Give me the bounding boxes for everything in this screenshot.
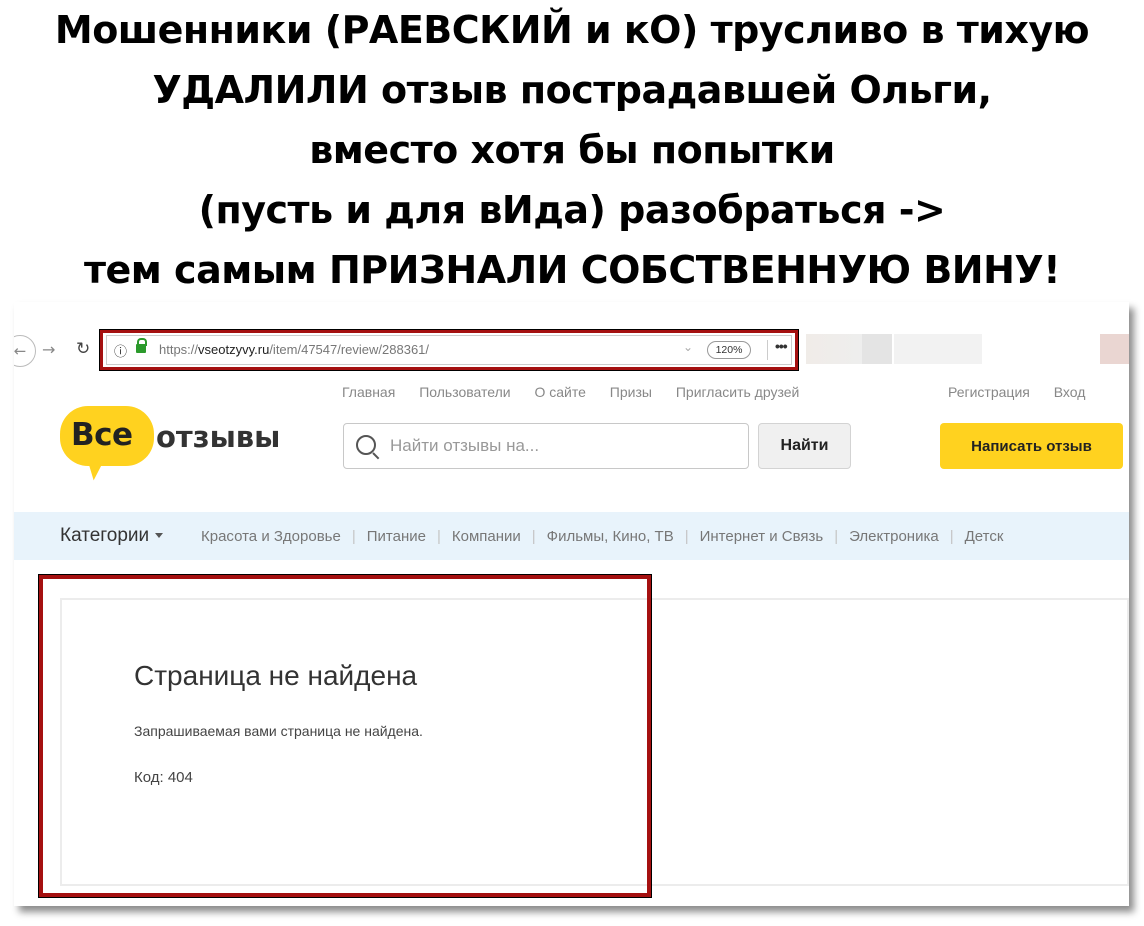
arrow-left-icon: ← (14, 342, 27, 360)
category-separator: | (351, 528, 356, 545)
auth-nav: Регистрация Вход (948, 384, 1105, 400)
blurred-tab (806, 334, 866, 364)
categories-dropdown[interactable]: Категории (60, 525, 164, 547)
reload-button[interactable]: ↻ (76, 339, 90, 359)
headline: Мошенники (РАЕВСКИЙ и кО) трусливо в тих… (0, 0, 1144, 300)
reload-icon: ↻ (76, 339, 91, 359)
arrow-right-icon: → (42, 340, 56, 359)
headline-line-5: тем самым ПРИЗНАЛИ СОБСТВЕННУЮ ВИНУ! (83, 248, 1061, 292)
search-icon (356, 435, 376, 455)
nav-link-invite[interactable]: Пригласить друзей (676, 384, 800, 400)
category-bar: Категории Красота и Здоровье | Питание | Ком… (14, 512, 1129, 560)
category-link[interactable]: Фильмы, Кино, ТВ (547, 528, 674, 545)
headline-line-4: (пусть и для вИда) разобраться -> (198, 188, 946, 232)
blurred-tab (862, 334, 892, 364)
nav-link-users[interactable]: Пользователи (419, 384, 510, 400)
browser-screenshot: ← → ↻ ⓘ https://vseotzyvy.ru/item/47547/… (14, 302, 1129, 906)
error-highlight-box (38, 574, 652, 898)
caret-down-icon (155, 533, 164, 539)
back-button[interactable]: ← (14, 335, 36, 367)
logo-text-otzyvy: отзывы (156, 420, 281, 454)
blurred-tab (894, 334, 982, 364)
category-link[interactable]: Питание (367, 528, 426, 545)
category-separator: | (531, 528, 536, 545)
headline-line-1: Мошенники (РАЕВСКИЙ и кО) трусливо в тих… (54, 8, 1090, 52)
category-link[interactable]: Красота и Здоровье (201, 528, 341, 545)
search-button[interactable]: Найти (758, 423, 851, 469)
nav-link-prizes[interactable]: Призы (610, 384, 652, 400)
categories-label: Категории (60, 525, 150, 546)
category-link[interactable]: Детск (965, 528, 1004, 545)
category-list: Красота и Здоровье | Питание | Компании | Филь… (201, 528, 1003, 545)
category-link[interactable]: Компании (452, 528, 521, 545)
category-separator: | (684, 528, 689, 545)
category-link[interactable]: Электроника (849, 528, 939, 545)
blurred-tab (1100, 334, 1129, 364)
nav-link-about[interactable]: О сайте (534, 384, 585, 400)
write-review-button[interactable]: Написать отзыв (940, 423, 1123, 469)
category-separator: | (834, 528, 839, 545)
search-input[interactable] (390, 434, 730, 458)
login-link[interactable]: Вход (1054, 384, 1086, 400)
category-separator: | (436, 528, 441, 545)
logo-text-vse: Все (71, 417, 133, 453)
site-top-nav: Главная Пользователи О сайте Призы Пригл… (342, 384, 819, 400)
forward-button[interactable]: → (42, 340, 55, 359)
category-link[interactable]: Интернет и Связь (700, 528, 824, 545)
headline-line-2: УДАЛИЛИ отзыв пострадавшей Ольги, (152, 68, 992, 112)
headline-line-3: вместо хотя бы попытки (309, 128, 835, 172)
nav-link-home[interactable]: Главная (342, 384, 395, 400)
category-separator: | (949, 528, 954, 545)
register-link[interactable]: Регистрация (948, 384, 1030, 400)
url-highlight-box (99, 329, 799, 371)
search-box[interactable] (343, 423, 749, 469)
